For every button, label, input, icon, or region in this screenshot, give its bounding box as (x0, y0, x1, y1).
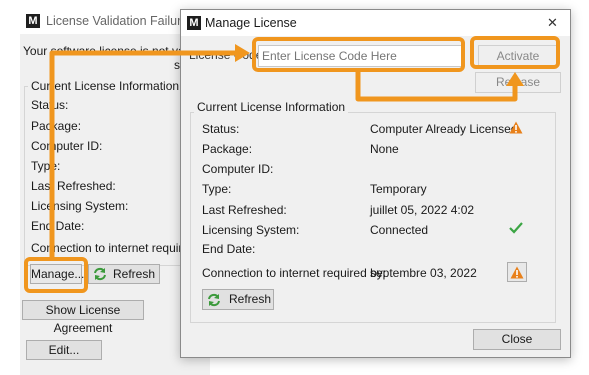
dialog-title: Manage License (205, 16, 297, 30)
refresh-icon (208, 293, 220, 307)
bg-label-licensing-system: Licensing System: (31, 199, 129, 213)
label-end-date: End Date: (202, 242, 256, 256)
bg-label-computer-id: Computer ID: (31, 139, 103, 153)
bg-label-type: Type: (31, 159, 61, 173)
close-icon[interactable]: ✕ (547, 15, 558, 31)
bg-label-last-refreshed: Last Refreshed: (31, 179, 116, 193)
bg-window-title: License Validation Failure (46, 14, 189, 28)
label-connection-required: Connection to internet required by: (202, 266, 387, 280)
label-status: Status: (202, 122, 240, 136)
value-status: Computer Already Licensed (370, 122, 518, 136)
label-package: Package: (202, 142, 253, 156)
highlight-box-license-input (252, 37, 465, 72)
check-icon (509, 222, 523, 234)
label-type: Type: (202, 182, 232, 196)
warning-button[interactable] (507, 262, 527, 282)
warning-triangle-icon (509, 121, 523, 134)
bg-refresh-button[interactable]: Refresh (88, 264, 160, 284)
edit-button[interactable]: Edit... (26, 340, 102, 360)
value-last-refreshed: juillet 05, 2022 4:02 (370, 203, 475, 217)
app-logo-icon: M (26, 14, 40, 28)
label-last-refreshed: Last Refreshed: (202, 203, 287, 217)
value-connection-required: septembre 03, 2022 (370, 266, 477, 280)
license-info-group-title: Current License Information (194, 100, 349, 114)
dialog-titlebar: M Manage License ✕ (181, 10, 570, 36)
bg-refresh-label: Refresh (113, 267, 156, 281)
highlight-box-manage (24, 257, 88, 293)
label-computer-id: Computer ID: (202, 162, 274, 176)
highlight-box-activate (470, 36, 560, 69)
dialog-close-button[interactable]: Close (473, 329, 561, 350)
value-licensing-system: Connected (370, 223, 429, 237)
release-button[interactable]: Release (475, 72, 561, 93)
dialog-refresh-label: Refresh (229, 292, 272, 306)
show-license-agreement-button[interactable]: Show License Agreement (22, 300, 144, 335)
app-logo-icon: M (187, 16, 201, 30)
value-package: None (370, 142, 399, 156)
bg-label-connection: Connection to internet required (31, 241, 196, 255)
bg-group-title: Current License Information (28, 79, 183, 93)
bg-label-end-date: End Date: (31, 219, 85, 233)
value-type: Temporary (370, 182, 427, 196)
dialog-refresh-button[interactable]: Refresh (202, 289, 274, 310)
label-licensing-system: Licensing System: (202, 223, 300, 237)
refresh-icon (94, 267, 106, 281)
bg-label-status: Status: (31, 98, 69, 112)
warning-button-icon (510, 266, 524, 279)
bg-label-package: Package: (31, 119, 82, 133)
